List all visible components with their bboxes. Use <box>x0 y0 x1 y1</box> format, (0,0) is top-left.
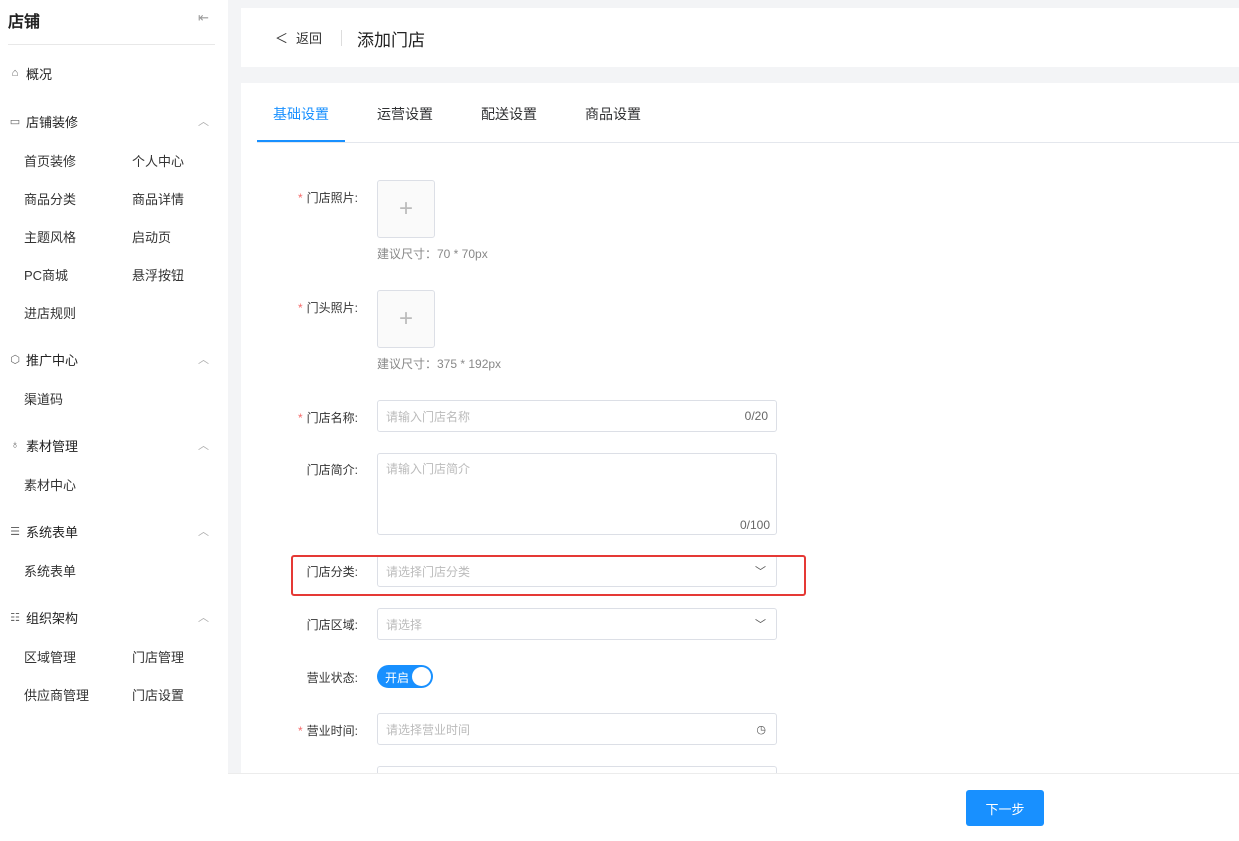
store-intro-count: 0/100 <box>739 518 770 532</box>
front-photo-label: * 门头照片: <box>297 301 358 315</box>
sliders-icon: ☰ <box>10 525 20 538</box>
business-status-label: 营业状态: <box>306 671 358 685</box>
sidebar-item-product-category[interactable]: 商品分类 <box>24 189 76 208</box>
chevron-up-icon: ︿ <box>198 526 209 538</box>
chevron-up-icon: ︿ <box>198 354 209 366</box>
store-name-label: * 门店名称: <box>297 411 358 425</box>
sidebar-item-personal-center[interactable]: 个人中心 <box>132 151 184 170</box>
chevron-left-icon: ＜ <box>275 31 289 46</box>
sidebar-item-store-management[interactable]: 门店管理 <box>132 647 184 666</box>
store-photo-upload[interactable]: + <box>377 180 435 238</box>
page-header: ＜ 返回 添加门店 <box>241 8 1239 67</box>
sidebar-group-label: 推广中心 <box>26 352 79 368</box>
store-intro-placeholder: 请输入门店简介 <box>386 462 471 476</box>
lightbulb-icon: ♁ <box>10 439 20 451</box>
sidebar-group-label: 系统表单 <box>26 524 79 540</box>
store-name-placeholder: 请输入门店名称 <box>386 409 471 424</box>
tab-basic-settings[interactable]: 基础设置 <box>273 104 329 124</box>
monitor-icon: ▭ <box>9 115 21 128</box>
back-label: 返回 <box>296 31 323 46</box>
footer-bar: 下一步 <box>228 773 1239 841</box>
chevron-up-icon: ︿ <box>198 440 209 452</box>
filter-icon: ☷ <box>10 611 20 624</box>
highlight-box <box>291 555 806 596</box>
back-button[interactable]: ＜ 返回 <box>275 28 322 47</box>
store-name-count: 0/20 <box>744 409 768 423</box>
collapse-left-icon[interactable]: ⇤ <box>198 10 209 26</box>
sidebar-title: 店铺 <box>8 14 41 31</box>
business-status-switch[interactable]: 开启 <box>377 665 433 688</box>
sidebar: 店铺 ⇤ ⌂ 概况 ▭ 店铺装修 ︿ 首页装修 个人中心 商品分类 商品详情 主… <box>0 0 228 841</box>
sidebar-item-system-forms[interactable]: 系统表单 <box>24 561 76 580</box>
sidebar-group-decoration[interactable]: ▭ 店铺装修 ︿ <box>8 111 213 131</box>
header-divider <box>341 30 342 46</box>
sidebar-header: 店铺 ⇤ <box>8 0 215 45</box>
tab-operation-settings[interactable]: 运营设置 <box>377 104 433 124</box>
business-hours-label: * 营业时间: <box>297 724 358 738</box>
switch-knob <box>412 667 431 686</box>
sidebar-item-theme-style[interactable]: 主题风格 <box>24 227 76 246</box>
front-photo-hint: 建议尺寸：375 * 192px <box>377 357 502 371</box>
sidebar-group-material[interactable]: ♁ 素材管理 ︿ <box>8 435 213 455</box>
sidebar-item-pc-mall[interactable]: PC商城 <box>24 265 68 284</box>
business-hours-placeholder: 请选择营业时间 <box>386 722 471 737</box>
page-title: 添加门店 <box>357 31 425 50</box>
sidebar-item-splash-page[interactable]: 启动页 <box>132 227 171 246</box>
sidebar-item-product-detail[interactable]: 商品详情 <box>132 189 184 208</box>
sidebar-group-label: 素材管理 <box>26 438 79 454</box>
store-region-select[interactable]: 请选择 ﹀ <box>377 608 777 640</box>
store-intro-textarea[interactable]: 请输入门店简介 0/100 <box>377 453 777 535</box>
front-photo-upload[interactable]: + <box>377 290 435 348</box>
business-hours-picker[interactable]: 请选择营业时间 ◷ <box>377 713 777 745</box>
sidebar-group-label: 店铺装修 <box>26 114 79 130</box>
store-region-placeholder: 请选择 <box>386 617 423 632</box>
chevron-up-icon: ︿ <box>198 116 209 128</box>
store-intro-label: 门店简介: <box>306 463 358 477</box>
sidebar-group-forms[interactable]: ☰ 系统表单 ︿ <box>8 521 213 541</box>
sidebar-item-supplier-management[interactable]: 供应商管理 <box>24 685 89 704</box>
sidebar-group-organization[interactable]: ☷ 组织架构 ︿ <box>8 607 213 627</box>
header-gutter <box>241 67 1239 83</box>
top-gutter <box>228 0 1239 8</box>
sidebar-item-float-button[interactable]: 悬浮按钮 <box>132 265 184 284</box>
sidebar-item-material-center[interactable]: 素材中心 <box>24 475 76 494</box>
plus-icon: + <box>398 195 413 222</box>
tab-bar: 基础设置 运营设置 配送设置 商品设置 <box>257 83 1239 143</box>
plus-icon: + <box>398 305 413 332</box>
sidebar-item-overview[interactable]: ⌂ 概况 <box>8 63 213 83</box>
sidebar-item-region-management[interactable]: 区域管理 <box>24 647 76 666</box>
clock-icon: ◷ <box>756 723 766 736</box>
store-region-label: 门店区域: <box>306 618 358 632</box>
store-photo-label: * 门店照片: <box>297 191 358 205</box>
store-name-input[interactable]: 请输入门店名称 0/20 <box>377 400 777 432</box>
chevron-down-icon: ﹀ <box>755 619 766 631</box>
next-step-button[interactable]: 下一步 <box>966 790 1044 826</box>
sidebar-item-channel-code[interactable]: 渠道码 <box>24 389 63 408</box>
tab-product-settings[interactable]: 商品设置 <box>585 104 641 124</box>
sidebar-group-promotion[interactable]: ⬡ 推广中心 ︿ <box>8 349 213 369</box>
chevron-up-icon: ︿ <box>198 612 209 624</box>
tab-delivery-settings[interactable]: 配送设置 <box>481 104 537 124</box>
sidebar-item-label: 概况 <box>26 66 53 82</box>
active-tab-indicator <box>257 140 345 142</box>
sidebar-item-entry-rules[interactable]: 进店规则 <box>24 303 76 322</box>
sidebar-group-label: 组织架构 <box>26 610 79 626</box>
sidebar-item-store-settings[interactable]: 门店设置 <box>132 685 184 704</box>
cube-icon: ⬡ <box>10 353 20 366</box>
store-photo-hint: 建议尺寸：70 * 70px <box>377 247 488 261</box>
home-icon: ⌂ <box>11 67 19 79</box>
sidebar-item-home-decoration[interactable]: 首页装修 <box>24 151 76 170</box>
switch-text: 开启 <box>385 671 410 685</box>
